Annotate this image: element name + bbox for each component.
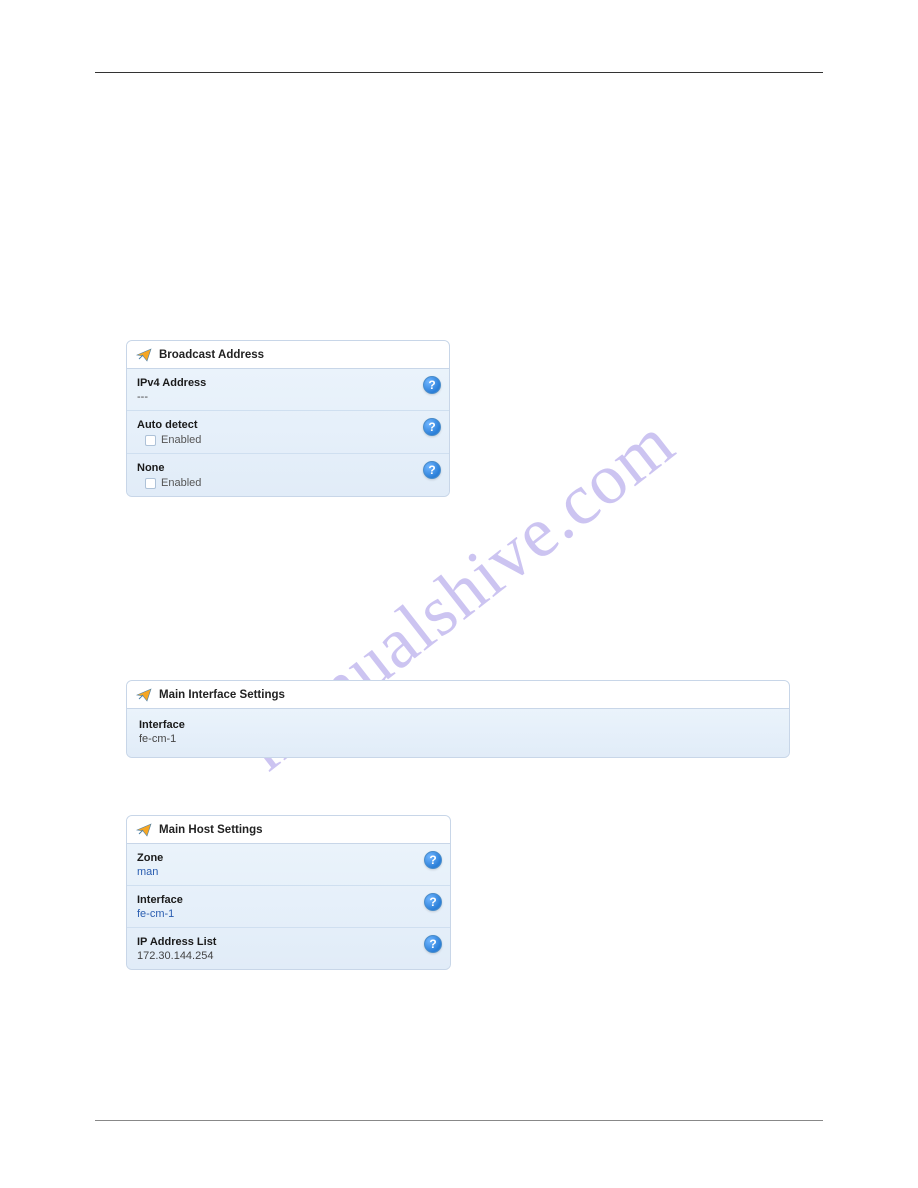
panel-body: Zone man ? Interface fe-cm-1 ? IP Addres… [127,844,450,969]
panel-title: Broadcast Address [159,349,264,361]
field-label: Auto detect [137,419,439,431]
checkbox-label: Enabled [161,477,201,489]
interface-row: Interface fe-cm-1 ? [127,886,450,928]
field-label: Zone [137,852,440,864]
panel-body: IPv4 Address --- ? Auto detect Enabled ?… [127,369,449,496]
field-value: --- [137,391,148,403]
none-checkbox[interactable] [145,478,156,489]
help-icon[interactable]: ? [424,935,442,953]
panel-body: Interface fe-cm-1 [127,709,789,757]
panel-icon [135,822,153,838]
broadcast-address-panel: Broadcast Address IPv4 Address --- ? Aut… [126,340,450,497]
field-label: Interface [139,719,777,731]
zone-link[interactable]: man [137,866,158,878]
ip-address-list-row: IP Address List 172.30.144.254 ? [127,928,450,969]
help-icon[interactable]: ? [423,418,441,436]
help-icon[interactable]: ? [424,893,442,911]
main-interface-settings-panel: Main Interface Settings Interface fe-cm-… [126,680,790,758]
help-icon[interactable]: ? [424,851,442,869]
zone-row: Zone man ? [127,844,450,886]
field-label: Interface [137,894,440,906]
interface-link[interactable]: fe-cm-1 [137,908,174,920]
interface-row: Interface fe-cm-1 [127,709,789,757]
checkbox-line: Enabled [145,477,439,489]
ipv4-address-row: IPv4 Address --- ? [127,369,449,411]
auto-detect-checkbox[interactable] [145,435,156,446]
none-row: None Enabled ? [127,454,449,496]
field-label: None [137,462,439,474]
field-value: 172.30.144.254 [137,950,213,962]
panel-icon [135,347,153,363]
panel-title: Main Host Settings [159,824,263,836]
field-label: IP Address List [137,936,440,948]
panel-header: Main Interface Settings [127,681,789,709]
checkbox-line: Enabled [145,434,439,446]
panel-title: Main Interface Settings [159,689,285,701]
field-label: IPv4 Address [137,377,439,389]
top-rule [95,72,823,73]
main-host-settings-panel: Main Host Settings Zone man ? Interface … [126,815,451,970]
field-value: fe-cm-1 [139,733,176,745]
panel-icon [135,687,153,703]
checkbox-label: Enabled [161,434,201,446]
bottom-rule [95,1120,823,1121]
help-icon[interactable]: ? [423,461,441,479]
panel-header: Main Host Settings [127,816,450,844]
help-icon[interactable]: ? [423,376,441,394]
auto-detect-row: Auto detect Enabled ? [127,411,449,454]
panel-header: Broadcast Address [127,341,449,369]
